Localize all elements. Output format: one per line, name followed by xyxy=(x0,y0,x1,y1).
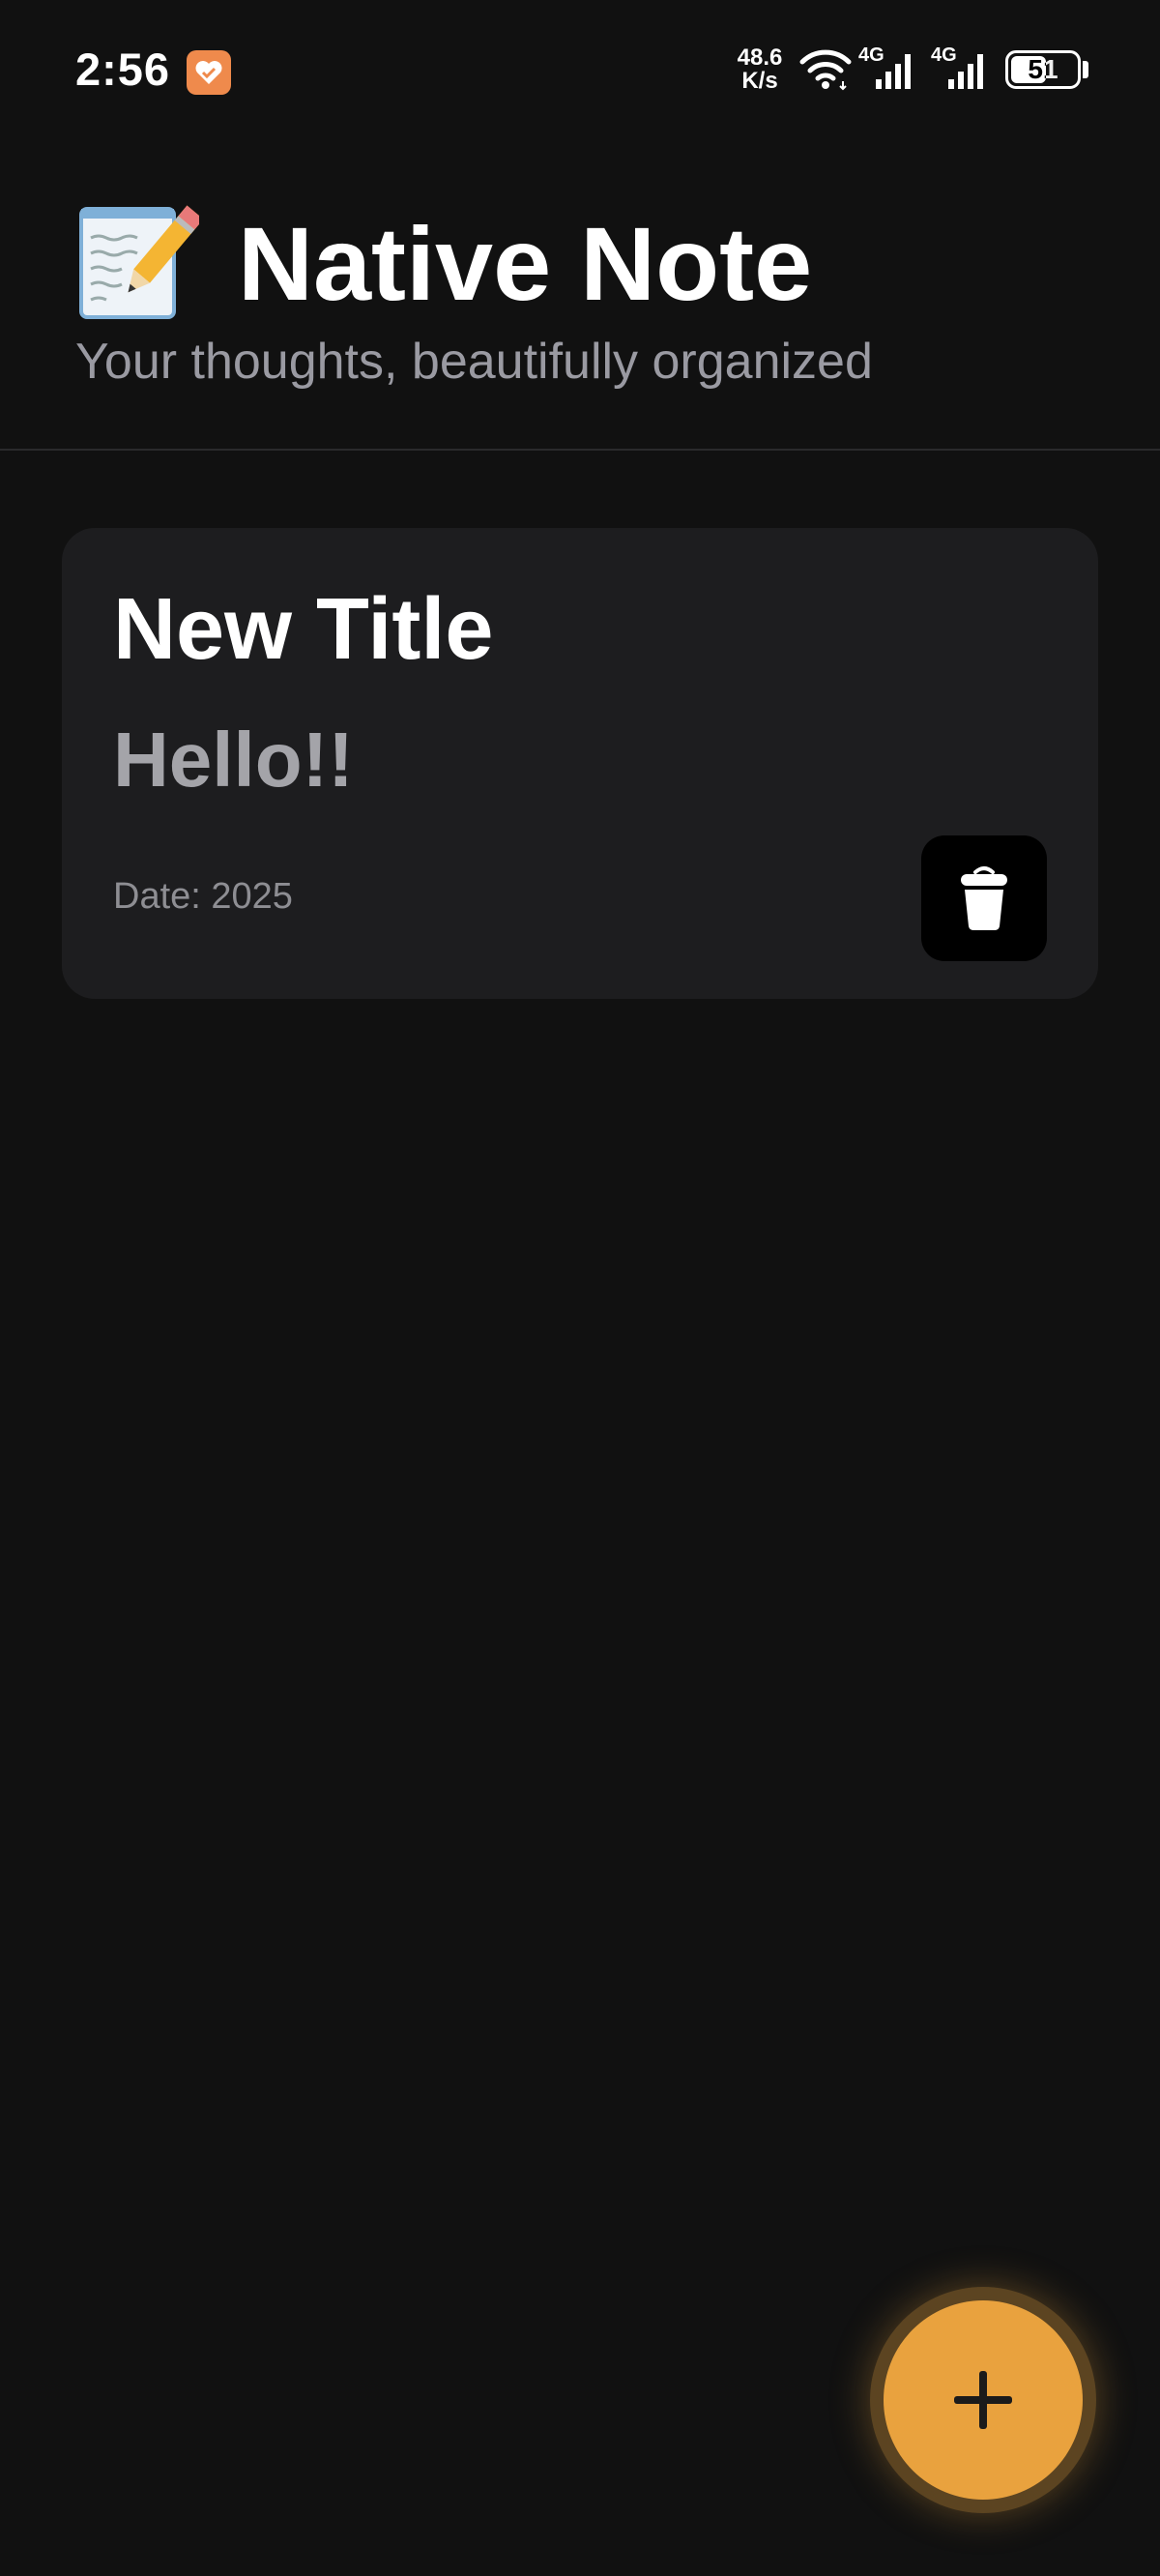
app-title: Native Note xyxy=(238,205,813,322)
note-date: Date: 2025 xyxy=(113,876,293,917)
add-note-button[interactable] xyxy=(884,2300,1083,2500)
network-speed-unit: K/s xyxy=(741,68,778,94)
battery-level: 51 xyxy=(1028,54,1058,84)
note-body: Hello!! xyxy=(113,717,354,803)
app-header: Native Note Your thoughts, beautifully o… xyxy=(0,141,1160,451)
app-subtitle: Your thoughts, beautifully organized xyxy=(75,334,873,390)
status-bar: 2:56 48.6 K/s 4G 4G 51 xyxy=(0,0,1160,141)
note-card[interactable]: New Title Hello!! Date: 2025 xyxy=(62,528,1098,999)
plus-icon xyxy=(954,2371,1012,2429)
app-notification-icon xyxy=(187,50,231,95)
battery-icon: 51 xyxy=(1005,50,1081,89)
memo-icon xyxy=(77,201,204,323)
network-speed-value: 48.6 xyxy=(737,44,783,71)
signal-icon: 4G xyxy=(858,44,922,93)
wifi-icon xyxy=(798,46,853,96)
trash-icon xyxy=(961,866,1007,930)
delete-note-button[interactable] xyxy=(921,835,1047,961)
battery-tip xyxy=(1083,61,1088,78)
screen: 2:56 48.6 K/s 4G 4G 51 Native Note Your … xyxy=(0,0,1160,2576)
note-title: New Title xyxy=(113,581,494,678)
signal-icon: 4G xyxy=(931,44,995,93)
network-speed: 48.6 K/s xyxy=(731,46,789,93)
status-time: 2:56 xyxy=(75,44,171,95)
